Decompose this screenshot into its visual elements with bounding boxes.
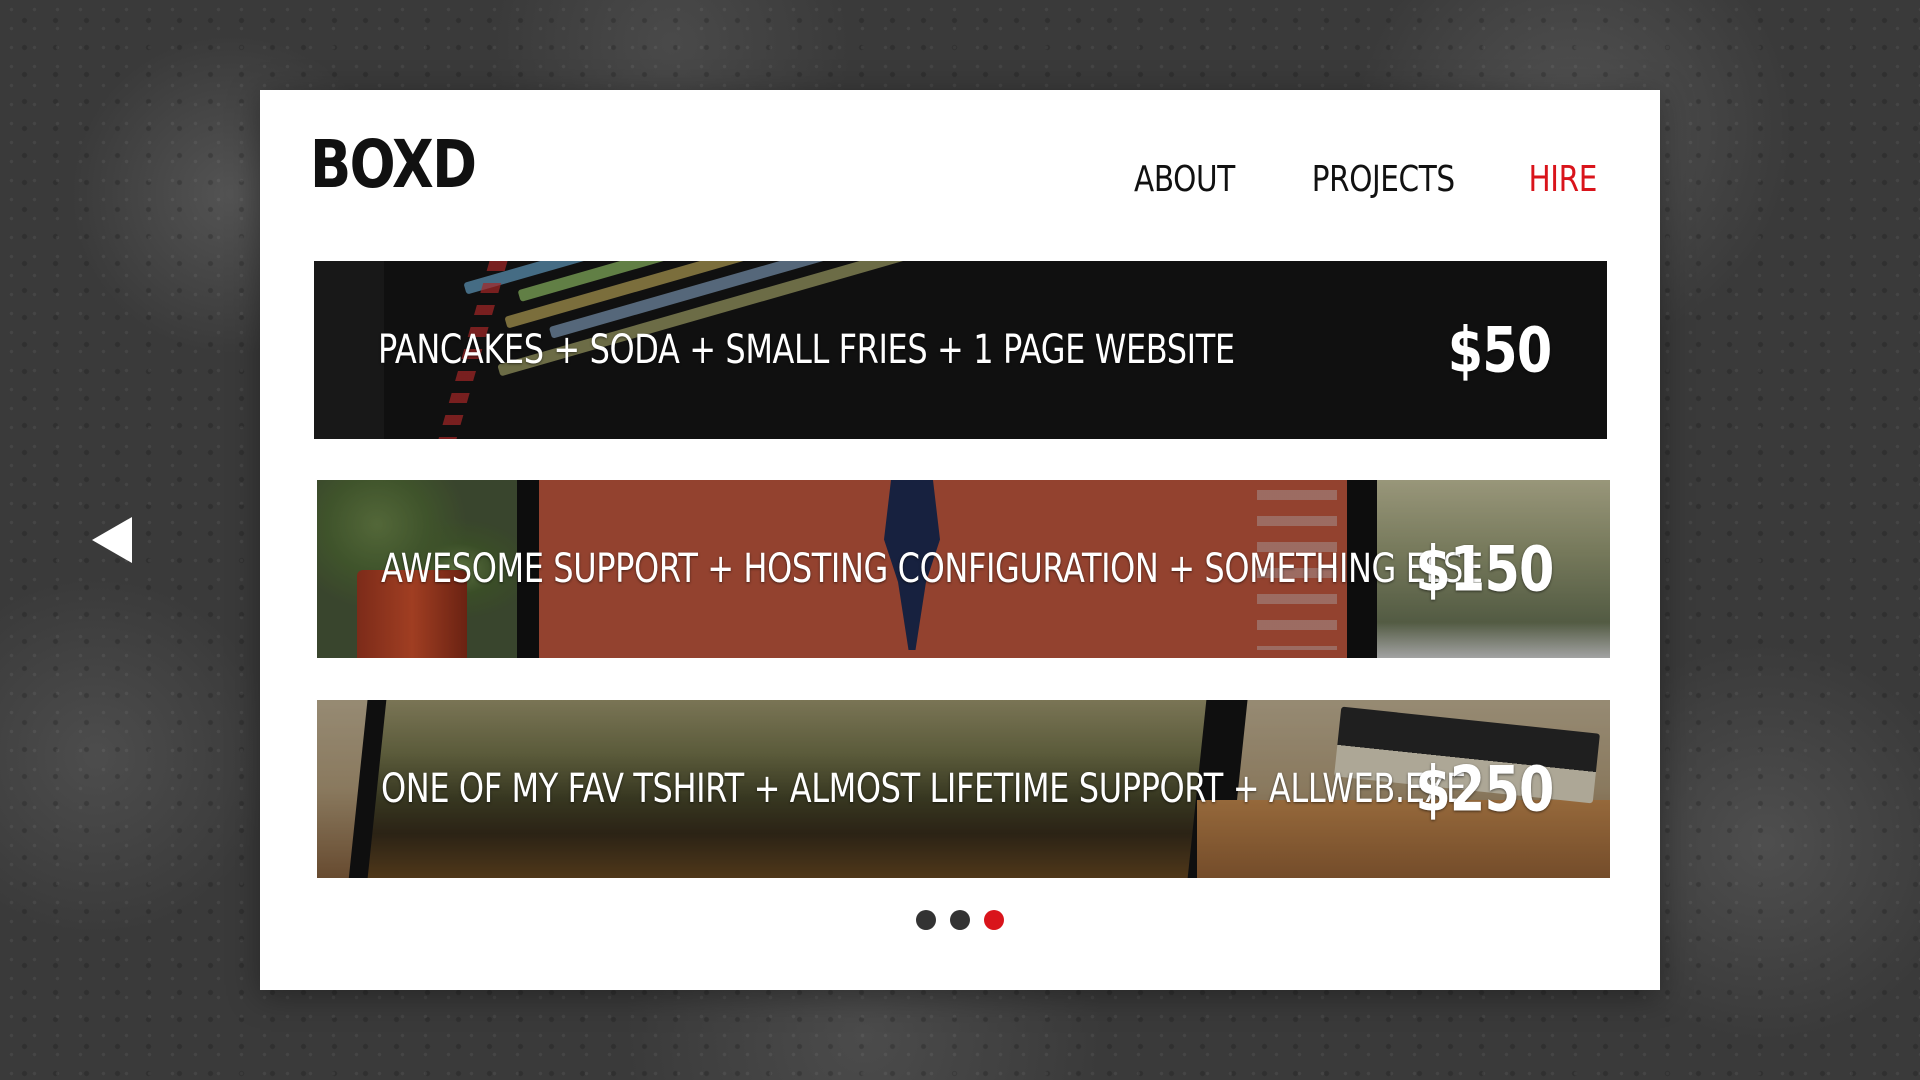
pager-dot-1[interactable] xyxy=(916,910,936,930)
nav-item-hire[interactable]: HIRE xyxy=(1528,162,1597,198)
main-nav: ABOUT PROJECTS HIRE xyxy=(1123,162,1604,198)
nav-item-about[interactable]: ABOUT xyxy=(1134,162,1235,198)
package-price: $250 xyxy=(1415,752,1555,826)
package-card-standard[interactable]: AWESOME SUPPORT + HOSTING CONFIGURATION … xyxy=(317,480,1610,658)
package-card-basic[interactable]: PANCAKES + SODA + SMALL FRIES + 1 PAGE W… xyxy=(314,261,1607,439)
pager-dot-3[interactable] xyxy=(984,910,1004,930)
slider-pagination xyxy=(260,910,1660,930)
package-description: PANCAKES + SODA + SMALL FRIES + 1 PAGE W… xyxy=(378,327,1235,373)
package-card-premium[interactable]: ONE OF MY FAV TSHIRT + ALMOST LIFETIME S… xyxy=(317,700,1610,878)
package-price: $150 xyxy=(1415,532,1555,606)
package-description: AWESOME SUPPORT + HOSTING CONFIGURATION … xyxy=(381,546,1483,592)
package-description: ONE OF MY FAV TSHIRT + ALMOST LIFETIME S… xyxy=(381,766,1466,812)
hire-card: BOXD ABOUT PROJECTS HIRE PANCAKES + SODA… xyxy=(260,90,1660,990)
previous-arrow-icon[interactable] xyxy=(92,517,132,563)
package-price: $50 xyxy=(1447,313,1551,387)
brand-logo[interactable]: BOXD xyxy=(310,132,477,198)
nav-item-projects[interactable]: PROJECTS xyxy=(1312,162,1455,198)
pager-dot-2[interactable] xyxy=(950,910,970,930)
